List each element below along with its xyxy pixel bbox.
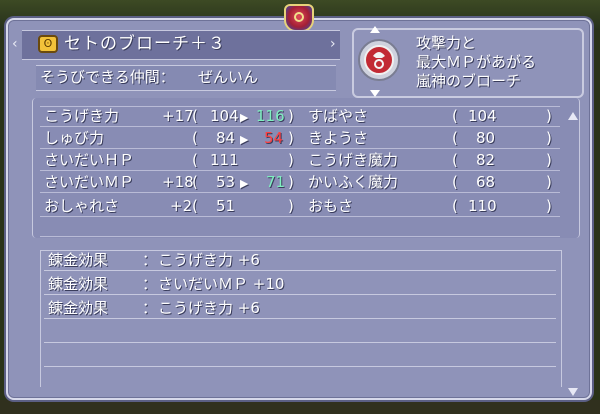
equip-value: ぜんいん xyxy=(198,68,259,86)
stat-after: 116 xyxy=(256,107,285,125)
stat-name-dexterity: きようさ xyxy=(308,129,369,147)
background-bottom xyxy=(0,400,600,414)
stat-bonus: +18 xyxy=(162,173,194,191)
scroll-down-icon[interactable] xyxy=(370,90,380,97)
stat-value: 68 xyxy=(476,173,496,191)
divider xyxy=(40,170,560,171)
open-paren: ( xyxy=(192,129,198,147)
open-paren: ( xyxy=(192,107,198,125)
stat-name-heal-magic: かいふく魔力 xyxy=(308,173,399,191)
brooch-image-icon xyxy=(358,39,400,81)
open-paren: ( xyxy=(192,173,198,191)
scroll-down-icon[interactable] xyxy=(568,388,578,396)
stat-value: 104 xyxy=(468,107,497,125)
close-paren: ) xyxy=(546,151,552,169)
description-line: 最大ＭＰがあがる xyxy=(416,53,537,71)
previous-arrow-icon[interactable]: ‹ xyxy=(12,36,18,52)
divider xyxy=(40,216,560,217)
open-paren: ( xyxy=(452,129,458,147)
stat-after: 54 xyxy=(264,129,284,147)
scroll-up-icon[interactable] xyxy=(568,112,578,120)
scroll-up-icon[interactable] xyxy=(370,26,380,33)
arrow-right-icon: ▶ xyxy=(240,133,249,146)
stat-bonus: +2 xyxy=(170,197,193,215)
divider xyxy=(44,366,556,367)
stat-before: 84 xyxy=(216,129,236,147)
stat-name-weight: おもさ xyxy=(308,197,354,215)
alchemy-separator: ： xyxy=(142,251,158,269)
divider xyxy=(40,126,560,127)
window-emblem-icon xyxy=(284,4,314,32)
close-paren: ) xyxy=(288,129,294,147)
stat-bonus: +17 xyxy=(162,107,194,125)
alchemy-label: 錬金効果 xyxy=(48,275,109,293)
close-paren: ) xyxy=(546,173,552,191)
arrow-right-icon: ▶ xyxy=(240,111,249,124)
stat-before: 111 xyxy=(210,151,239,169)
divider xyxy=(40,148,560,149)
close-paren: ) xyxy=(288,151,294,169)
open-paren: ( xyxy=(452,151,458,169)
description-line: 攻撃力と xyxy=(416,34,477,52)
stat-value: 82 xyxy=(476,151,496,169)
stat-name-attack-magic: こうげき魔力 xyxy=(308,151,399,169)
close-paren: ) xyxy=(288,197,294,215)
divider xyxy=(44,342,556,343)
alchemy-effect: さいだいＭＰ +10 xyxy=(158,275,285,293)
close-paren: ) xyxy=(288,107,294,125)
alchemy-effect: こうげき力 +6 xyxy=(158,251,260,269)
divider xyxy=(44,294,556,295)
alchemy-label: 錬金効果 xyxy=(48,299,109,317)
stat-after: 71 xyxy=(266,173,286,191)
description-line: 嵐神のブローチ xyxy=(416,72,522,90)
stat-before: 104 xyxy=(210,107,239,125)
close-paren: ) xyxy=(546,197,552,215)
open-paren: ( xyxy=(192,151,198,169)
stat-before: 53 xyxy=(216,173,236,191)
open-paren: ( xyxy=(452,173,458,191)
open-paren: ( xyxy=(192,197,198,215)
brooch-icon: ʘ xyxy=(38,35,58,53)
stat-before: 51 xyxy=(216,197,236,215)
arrow-right-icon: ▶ xyxy=(240,177,249,190)
divider xyxy=(44,270,556,271)
close-paren: ) xyxy=(546,129,552,147)
stat-name-agility: すばやさ xyxy=(308,107,369,125)
alchemy-separator: ： xyxy=(142,299,158,317)
stat-name-defense: しゅび力 xyxy=(44,129,105,147)
alchemy-effect: こうげき力 +6 xyxy=(158,299,260,317)
close-paren: ) xyxy=(546,107,552,125)
divider xyxy=(40,236,560,237)
open-paren: ( xyxy=(452,197,458,215)
alchemy-label: 錬金効果 xyxy=(48,251,109,269)
equip-label: そうびできる仲間： xyxy=(40,68,175,86)
alchemy-separator: ： xyxy=(142,275,158,293)
open-paren: ( xyxy=(452,107,458,125)
divider xyxy=(40,192,560,193)
stat-name-style: おしゃれさ xyxy=(44,197,120,215)
close-paren: ) xyxy=(288,173,294,191)
stat-value: 110 xyxy=(468,197,497,215)
item-name: セトのブローチ＋３ xyxy=(64,34,226,54)
stat-name-max-mp: さいだいＭＰ xyxy=(44,173,135,191)
divider xyxy=(44,318,556,319)
stat-name-max-hp: さいだいＨＰ xyxy=(44,151,135,169)
next-arrow-icon[interactable]: › xyxy=(330,36,336,52)
stat-name-attack: こうげき力 xyxy=(44,107,120,125)
stat-value: 80 xyxy=(476,129,496,147)
